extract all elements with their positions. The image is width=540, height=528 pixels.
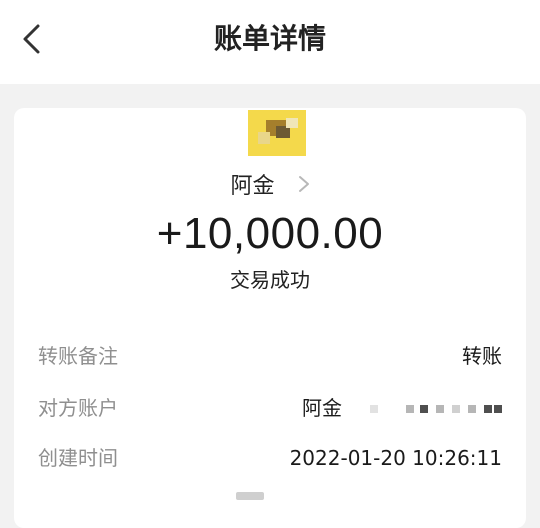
masked-account-dot: [452, 405, 460, 413]
page-title: 账单详情: [213, 22, 326, 55]
payee-avatar[interactable]: [248, 110, 306, 156]
next-row-peek: [236, 492, 264, 500]
note-value: 转账: [462, 344, 502, 368]
counterparty-name: 阿金: [302, 396, 342, 420]
payee-name: 阿金: [230, 174, 275, 199]
created-label: 创建时间: [38, 446, 118, 470]
masked-account-dot: [406, 405, 414, 413]
payee-name-row[interactable]: 阿金: [0, 172, 540, 202]
masked-account-dot: [436, 405, 444, 413]
app-header: 账单详情: [0, 0, 540, 84]
masked-account-dot: [468, 405, 476, 413]
masked-account-dot: [494, 405, 502, 413]
masked-account-dot: [484, 405, 492, 413]
chevron-right-icon: [298, 172, 310, 202]
transaction-status: 交易成功: [230, 268, 310, 292]
note-label: 转账备注: [38, 344, 118, 368]
masked-account-dot: [420, 405, 428, 413]
created-value: 2022-01-20 10:26:11: [289, 446, 502, 470]
transaction-amount: +10,000.00: [156, 209, 384, 258]
detail-row-counterparty: 对方账户 阿金: [38, 392, 502, 424]
counterparty-label: 对方账户: [38, 396, 118, 420]
detail-row-note: 转账备注 转账: [38, 340, 502, 372]
detail-row-created: 创建时间 2022-01-20 10:26:11: [38, 442, 502, 474]
masked-account-dot: [370, 405, 378, 413]
